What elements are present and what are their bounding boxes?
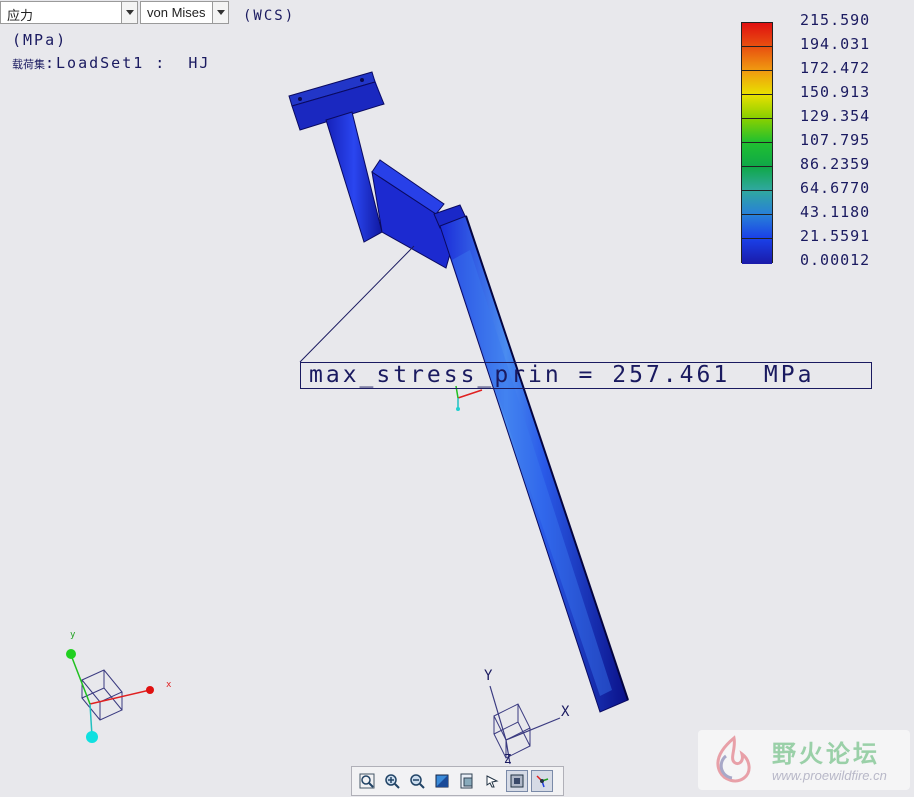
refit-icon[interactable] <box>431 770 453 792</box>
display-style-icon[interactable] <box>506 770 528 792</box>
max-stress-leader <box>299 245 415 363</box>
triad-x-label: x <box>166 680 172 690</box>
spin-center-icon[interactable] <box>481 770 503 792</box>
view-toolbar <box>351 766 564 796</box>
csys-display-icon[interactable] <box>531 770 553 792</box>
zoom-in-icon[interactable] <box>381 770 403 792</box>
csys-x-label: X <box>561 704 570 720</box>
triad-y-label: y <box>70 630 76 640</box>
view-manager-icon[interactable] <box>456 770 478 792</box>
csys-triad <box>489 685 561 765</box>
flame-logo-icon <box>716 735 751 783</box>
watermark-title: 野火论坛 <box>772 740 880 768</box>
max-stress-annotation: max_stress_prin = 257.461 MPa <box>300 362 872 389</box>
max-stress-label: max_stress_prin = 257.461 MPa <box>309 362 815 388</box>
zoom-out-icon[interactable] <box>406 770 428 792</box>
forum-watermark: 野火论坛 www.proewildfire.cn <box>698 730 910 790</box>
zoom-window-icon[interactable] <box>356 770 378 792</box>
csys-y-label: Y <box>484 668 493 684</box>
csys-z-label: Z <box>504 752 512 766</box>
model-viewport[interactable] <box>0 0 914 797</box>
small-triad <box>455 385 483 411</box>
watermark-url: www.proewildfire.cn <box>772 768 887 783</box>
orientation-triad[interactable] <box>66 649 154 743</box>
